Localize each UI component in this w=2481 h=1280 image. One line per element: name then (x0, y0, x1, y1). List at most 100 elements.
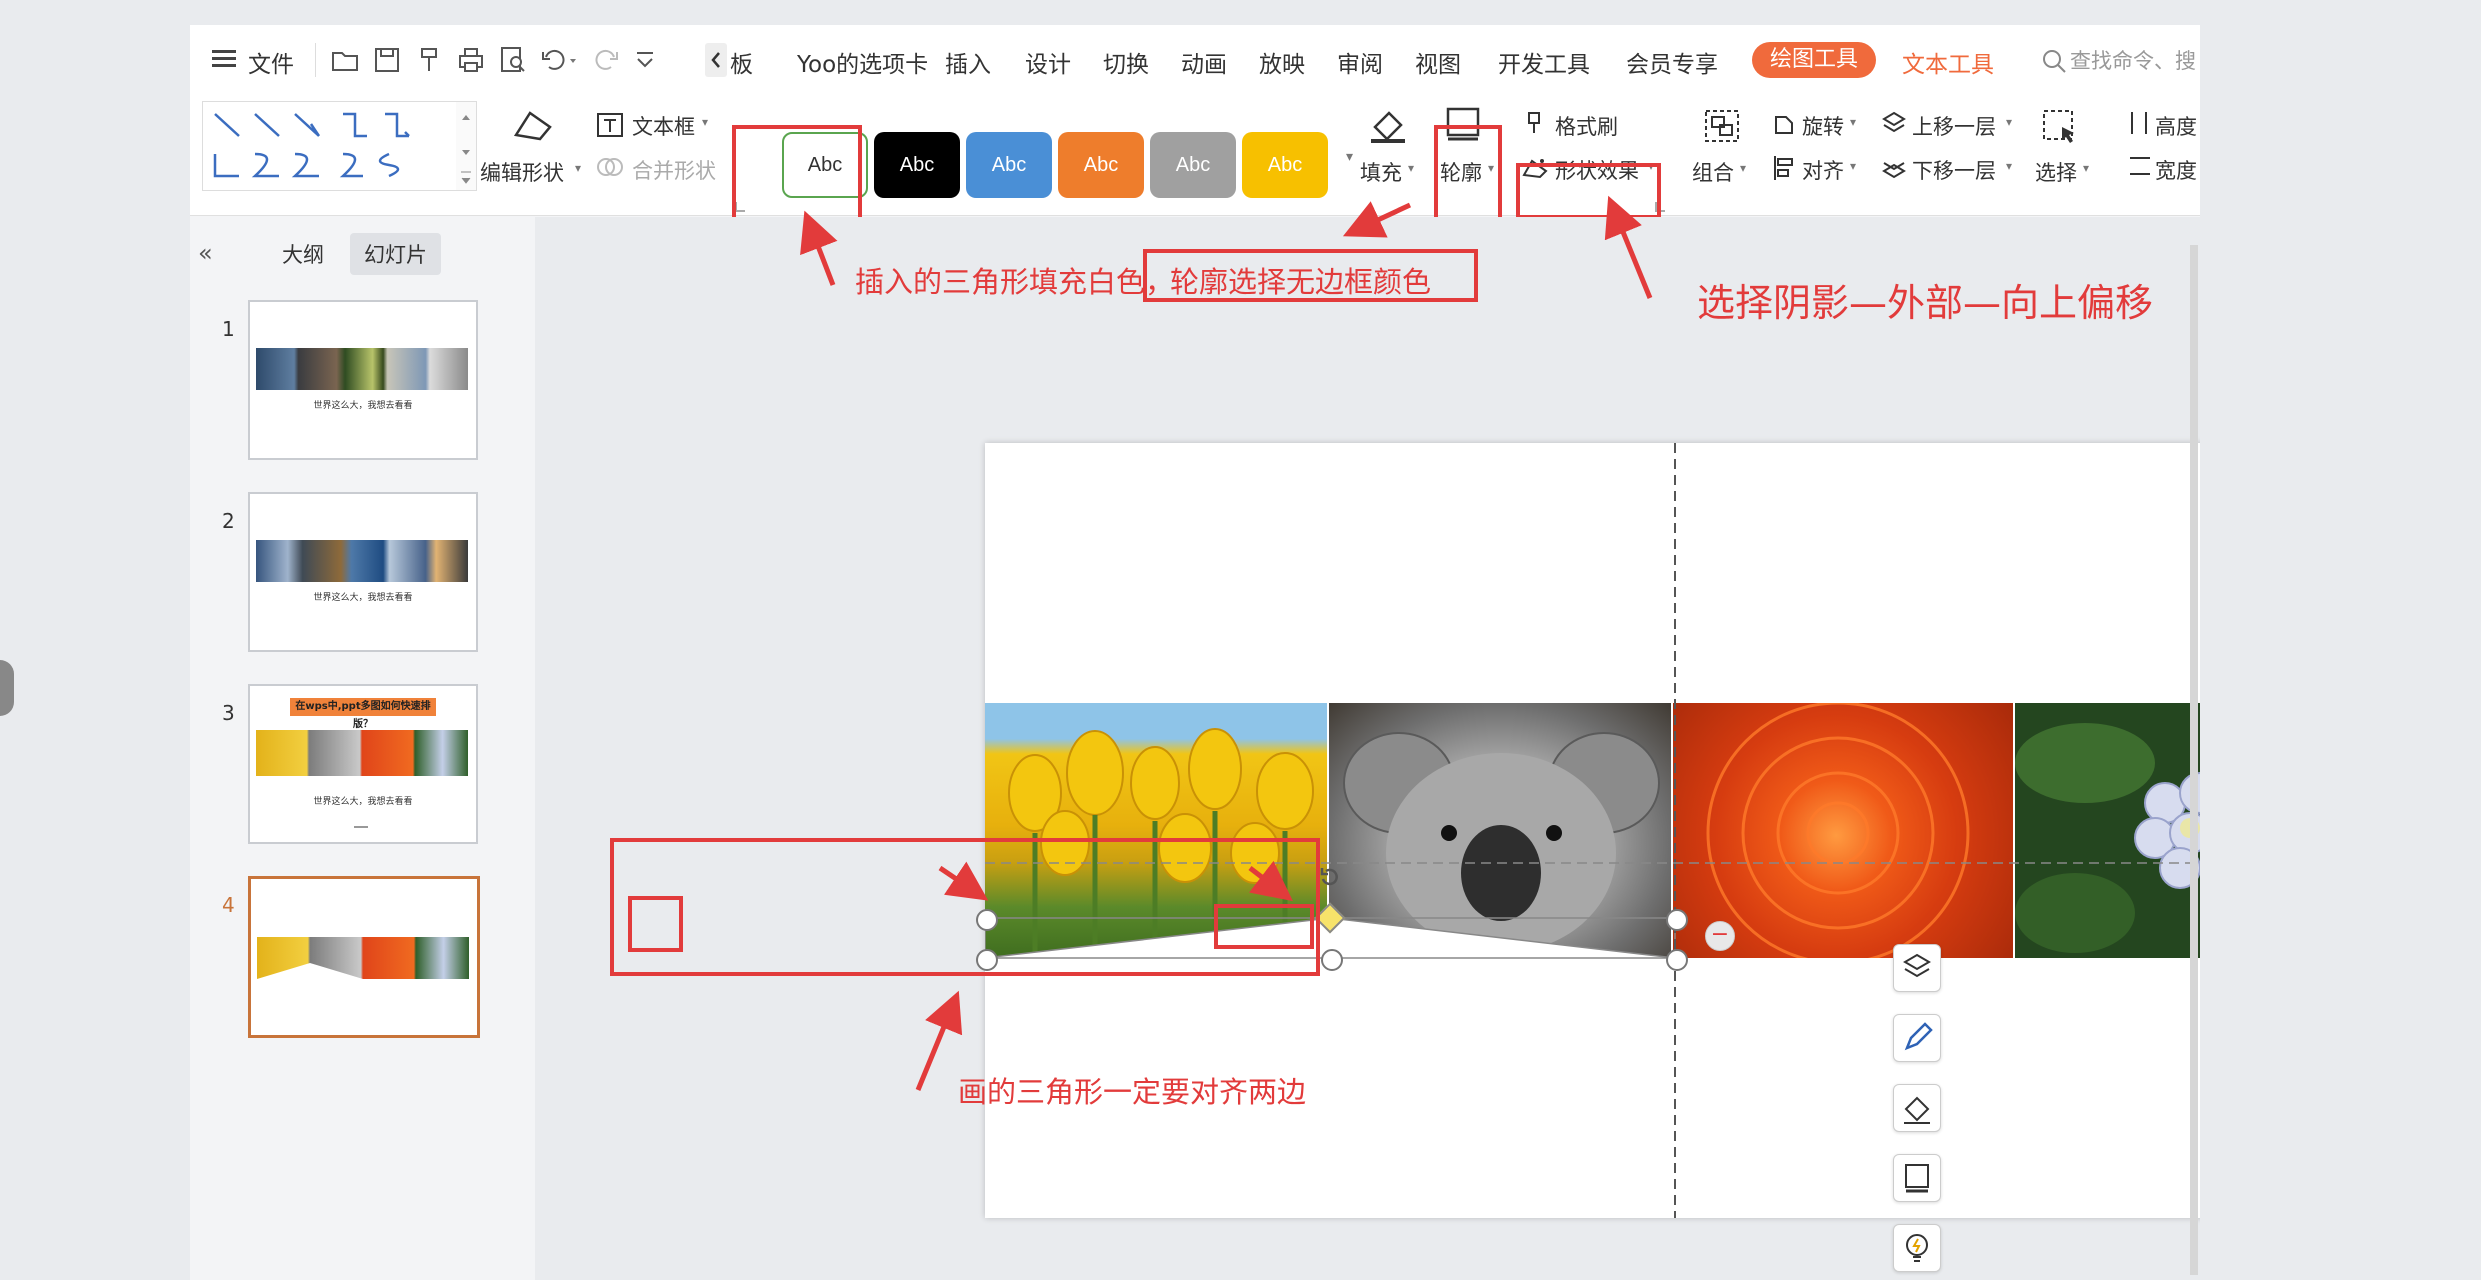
dropdown-arrow-icon: ▾ (1850, 115, 1857, 129)
dropdown-arrow-icon: ▾ (2006, 159, 2013, 173)
slide-thumbnail-1[interactable]: 世界这么大，我想去看看 (248, 300, 478, 460)
tab-review[interactable]: 审阅 (1337, 45, 1383, 79)
shape-styles-gallery: Abc Abc Abc Abc Abc Abc ▾ (762, 97, 1532, 211)
select-button[interactable]: 选择 (2035, 157, 2077, 187)
resize-handle[interactable] (1321, 949, 1343, 971)
edit-shape-icon[interactable] (508, 105, 556, 151)
hamburger-menu-icon[interactable] (212, 49, 236, 69)
slides-panel: « 大纲 幻灯片 1 世界这么大，我想去看看 2 世界这么大，我想去看看 3 在… (190, 217, 536, 1280)
slide-number: 2 (222, 509, 235, 533)
resize-handle[interactable] (1666, 909, 1688, 931)
slide-thumbnail-3[interactable]: 在wps中,ppt多图如何快速排版？ 世界这么大，我想去看看 (248, 684, 478, 844)
align-button[interactable]: 对齐 (1802, 155, 1844, 185)
width-label: 宽度 (2155, 159, 2197, 183)
effects-tool[interactable] (1893, 1224, 1941, 1272)
slide-thumbnail-4[interactable] (248, 876, 480, 1038)
format-painter-icon[interactable] (414, 45, 444, 79)
group-button[interactable]: 组合 (1692, 157, 1734, 187)
merge-shape-button[interactable]: 合并形状 (632, 155, 716, 185)
send-backward-button[interactable]: 下移一层 (1912, 155, 1996, 185)
minus-icon[interactable]: − (1705, 921, 1735, 951)
slide-number: 1 (222, 317, 235, 341)
print-preview-icon[interactable] (498, 45, 528, 79)
pen-tool[interactable] (1893, 1014, 1941, 1062)
tab-drawing-tools[interactable]: 绘图工具 (1752, 42, 1877, 78)
text-box-button[interactable]: 文本框 (632, 111, 695, 141)
side-handle[interactable] (0, 660, 14, 716)
text-box-icon[interactable] (595, 111, 625, 143)
bring-forward-button[interactable]: 上移一层 (1912, 111, 1996, 141)
layers-tool[interactable] (1893, 944, 1941, 992)
fill-button[interactable]: 填充 (1360, 157, 1402, 187)
align-icon (1770, 153, 1798, 185)
flower-photo-strip (256, 730, 468, 776)
edit-shape-button[interactable]: 编辑形状 (480, 157, 564, 187)
shapes-scroll[interactable] (456, 101, 477, 191)
line-shapes-icon (213, 112, 410, 178)
tab-outline[interactable]: 大纲 (282, 239, 324, 269)
dropdown-arrow-icon: ▾ (702, 115, 709, 129)
tab-insert[interactable]: 插入 (945, 45, 991, 79)
landscape-photo-strip (256, 348, 468, 390)
style-yellow[interactable]: Abc (1242, 132, 1328, 198)
slide-thumbnail-2[interactable]: 世界这么大，我想去看看 (248, 492, 478, 652)
fill-bucket-icon[interactable] (1365, 105, 1411, 149)
redo-icon[interactable] (590, 45, 620, 79)
slide-canvas: − (535, 217, 2200, 1280)
slide-caption: 世界这么大，我想去看看 (313, 593, 413, 603)
group-icon[interactable] (1702, 107, 1742, 149)
dropdown-arrow-icon: ▾ (1408, 161, 1415, 175)
annotation-fill: 插入的三角形填充白色， (855, 265, 1175, 299)
more-styles-icon[interactable]: ▾ (1346, 149, 1353, 165)
annotation-align: 画的三角形一定要对齐两边 (958, 1075, 1307, 1109)
style-orange[interactable]: Abc (1058, 132, 1144, 198)
open-folder-icon[interactable] (330, 45, 360, 79)
select-icon[interactable] (2040, 107, 2080, 151)
search-input[interactable]: 查找命令、搜 (2070, 45, 2196, 75)
vertical-scrollbar[interactable] (2190, 245, 2198, 1275)
tab-view[interactable]: 视图 (1415, 45, 1461, 79)
tab-member[interactable]: 会员专享 (1626, 45, 1718, 79)
dropdown-arrow-icon: ▾ (2006, 115, 2013, 129)
resize-handle[interactable] (1666, 949, 1688, 971)
menu-file[interactable]: 文件 (248, 45, 294, 79)
shapes-gallery[interactable] (202, 101, 458, 191)
style-black[interactable]: Abc (874, 132, 960, 198)
divider (354, 826, 368, 828)
tab-slideshow[interactable]: 放映 (1259, 45, 1305, 79)
save-icon[interactable] (372, 45, 402, 79)
bring-forward-icon (1880, 109, 1908, 141)
outline-tool[interactable] (1893, 1154, 1941, 1202)
height-label: 高度 (2155, 115, 2197, 139)
tab-animation[interactable]: 动画 (1181, 45, 1227, 79)
tab-transition[interactable]: 切换 (1103, 45, 1149, 79)
annotation-shadow: 选择阴影—外部—向上偏移 (1697, 281, 2154, 325)
collapse-panel-icon[interactable]: « (198, 239, 213, 267)
divider (315, 43, 316, 77)
rotate-handle-icon[interactable] (1317, 865, 1343, 895)
tab-text-tools[interactable]: 文本工具 (1902, 45, 1994, 79)
rotate-icon (1770, 109, 1798, 141)
outline-icon (1905, 1164, 1929, 1193)
pen-icon (1904, 1022, 1933, 1051)
ribbon: 编辑形状 ▾ 文本框 ▾ 合并形状 Abc Abc Abc Abc Abc Ab… (190, 97, 2200, 236)
tab-developer[interactable]: 开发工具 (1498, 45, 1590, 79)
undo-icon[interactable] (540, 45, 576, 79)
style-blue[interactable]: Abc (966, 132, 1052, 198)
format-painter-button[interactable]: 格式刷 (1555, 111, 1618, 141)
slide-number: 3 (222, 701, 235, 725)
dropdown-arrow-icon: ▾ (2083, 161, 2090, 175)
menu-bar: 文件 板 Yoo的选项卡 插入 设计 切换 动画 放映 审阅 视图 开发工具 会… (190, 25, 2200, 97)
slide-number: 4 (222, 893, 235, 917)
style-gray[interactable]: Abc (1150, 132, 1236, 198)
tab-slides[interactable]: 幻灯片 (350, 233, 441, 275)
rotate-button[interactable]: 旋转 (1802, 111, 1844, 141)
tab-design[interactable]: 设计 (1025, 45, 1071, 79)
annotation-outline: 轮廓选择无边框颜色 (1170, 265, 1432, 299)
print-icon[interactable] (456, 45, 486, 79)
tab-partial[interactable]: 板 (730, 45, 753, 79)
chevron-left-icon[interactable] (705, 43, 727, 77)
fill-tool[interactable] (1893, 1084, 1941, 1132)
customize-toolbar-icon[interactable] (634, 47, 656, 77)
tab-yoo[interactable]: Yoo的选项卡 (797, 45, 928, 79)
